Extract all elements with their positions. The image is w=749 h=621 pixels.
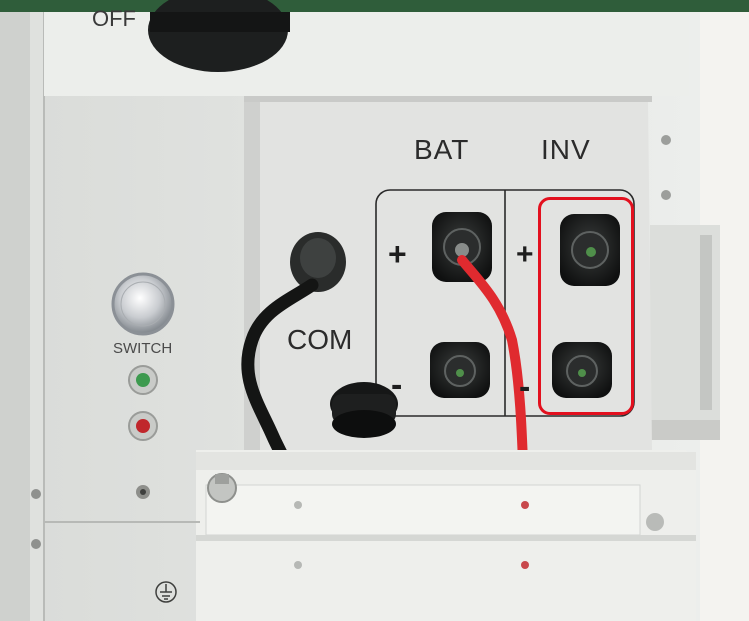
- inv-terminals-highlight: [538, 197, 634, 415]
- inv-plus-sign: +: [516, 238, 534, 271]
- inv-minus-sign: -: [519, 368, 531, 406]
- off-label: OFF: [92, 6, 136, 31]
- battery-terminal-photo: OFF BAT INV COM SWITCH + + - -: [0, 0, 749, 621]
- inv-label: INV: [541, 134, 591, 165]
- com-label: COM: [287, 324, 353, 355]
- switch-label: SWITCH: [113, 340, 173, 357]
- photo-scene: [0, 0, 749, 621]
- bat-minus-sign: -: [391, 366, 403, 404]
- bat-label: BAT: [414, 134, 470, 165]
- bat-plus-sign: +: [388, 236, 407, 272]
